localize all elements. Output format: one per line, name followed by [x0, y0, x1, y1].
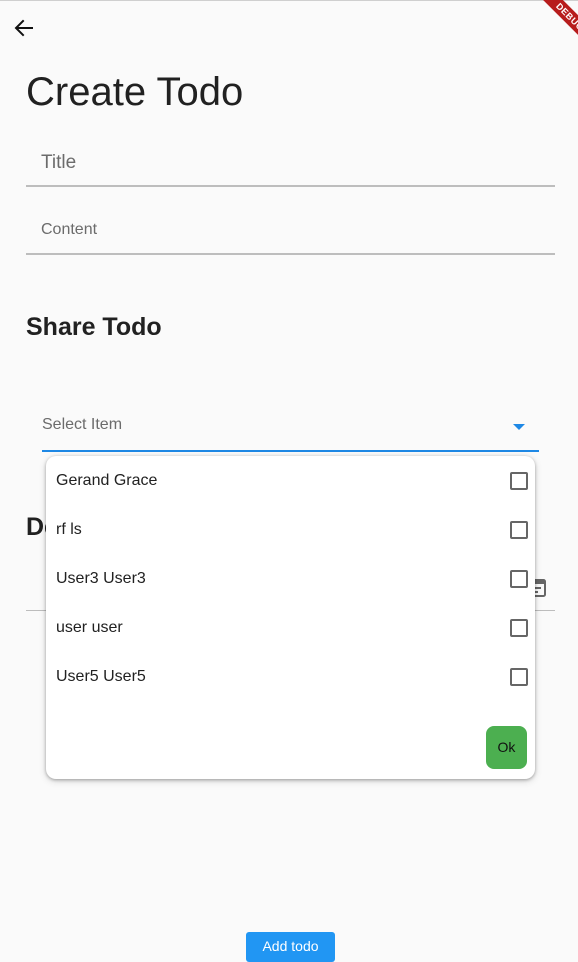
checkbox[interactable] [510, 619, 528, 637]
share-option-label: user user [56, 619, 123, 636]
content-field[interactable]: Content [26, 212, 555, 255]
share-select-dropdown[interactable]: Select Item [42, 404, 539, 452]
share-section-title: Share Todo [26, 313, 162, 341]
ok-button[interactable]: Ok [486, 726, 527, 769]
back-button[interactable] [10, 14, 38, 42]
checkbox[interactable] [510, 521, 528, 539]
debug-ribbon: DEBUG [536, 0, 578, 51]
share-option-label: User3 User3 [56, 570, 146, 587]
checkbox[interactable] [510, 570, 528, 588]
select-placeholder: Select Item [42, 416, 123, 433]
share-options-popup: Gerand Grace rf ls User3 User3 user user… [46, 456, 535, 779]
content-placeholder: Content [41, 221, 98, 238]
share-option[interactable]: rf ls [46, 505, 535, 554]
share-option[interactable]: Gerand Grace [46, 456, 535, 505]
checkbox[interactable] [510, 472, 528, 490]
top-border [0, 0, 578, 1]
share-option-label: rf ls [56, 521, 82, 538]
share-option[interactable]: user user [46, 603, 535, 652]
share-option[interactable]: User5 User5 [46, 652, 535, 701]
caret-down-icon [513, 424, 525, 430]
debug-banner: DEBUG [522, 0, 578, 56]
share-option[interactable]: User3 User3 [46, 554, 535, 603]
page-title: Create Todo [26, 70, 244, 114]
title-placeholder: Title [41, 152, 77, 173]
share-option-label: User5 User5 [56, 668, 146, 685]
arrow-back-icon [14, 19, 33, 37]
share-option-label: Gerand Grace [56, 472, 158, 489]
title-field[interactable]: Title [26, 140, 555, 187]
checkbox[interactable] [510, 668, 528, 686]
